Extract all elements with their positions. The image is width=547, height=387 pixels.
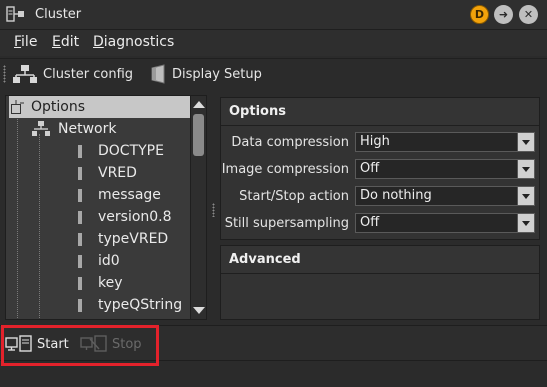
still-supersampling-select[interactable]: Off [355,213,535,233]
splitter-handle[interactable] [212,203,215,217]
menu-diagnostics[interactable]: Diagnostics [93,34,174,50]
start-button[interactable]: Start [5,333,69,355]
leaf-icon [78,232,82,246]
toolbar-grip[interactable] [3,65,6,83]
close-icon[interactable]: ✕ [519,5,538,24]
leaf-icon [78,144,82,158]
tree-label-options: Options [31,99,86,115]
tree-item-leaf[interactable]: message [78,184,161,206]
image-compression-label: Image compression [221,162,349,177]
tree-item-leaf[interactable]: key [78,272,123,294]
data-compression-label: Data compression [231,135,349,150]
leaf-icon [78,298,82,312]
chevron-down-icon[interactable] [517,214,534,232]
leaf-icon [78,254,82,268]
leaf-icon [78,210,82,224]
tree-item-leaf[interactable]: version0.8 [78,206,172,228]
advanced-panel: Advanced [220,245,540,320]
leaf-icon [78,276,82,290]
cluster-config-label: Cluster config [43,66,134,82]
scroll-down-icon[interactable] [193,307,205,314]
tree-label-network: Network [58,121,117,137]
window-title: Cluster [35,7,82,22]
cluster-config-button[interactable]: Cluster config [13,63,133,85]
tree-item-options[interactable]: Options [9,96,192,118]
cluster-app-icon [6,6,24,22]
start-stop-action-label: Start/Stop action [239,189,349,204]
menu-edit[interactable]: Edit [52,34,79,50]
chevron-down-icon[interactable] [517,133,534,151]
options-tree[interactable]: Options Network DOCTYPE VRED message ver… [5,95,207,320]
start-stop-action-select[interactable]: Do nothing [355,186,535,206]
display-setup-button[interactable]: Display Setup [150,63,262,85]
tree-guide-network [39,134,40,319]
tree-item-leaf[interactable]: DOCTYPE [78,140,164,162]
stop-button[interactable]: Stop [80,333,142,355]
chevron-down-icon[interactable] [517,160,534,178]
tree-item-leaf[interactable]: typeQString [78,294,182,316]
forward-arrow-icon[interactable]: ➜ [494,5,513,24]
tree-item-leaf[interactable]: VRED [78,162,137,184]
image-compression-select[interactable]: Off [355,159,535,179]
display-setup-label: Display Setup [172,66,262,82]
title-bar: Cluster D ➜ ✕ [0,0,547,30]
tree-item-network[interactable]: Network [32,118,116,140]
menu-bar: File Edit Diagnostics [0,30,547,56]
leaf-icon [78,166,82,180]
options-title: Options [221,98,539,126]
tree-item-leaf[interactable]: typeVRED [78,228,168,250]
still-supersampling-label: Still supersampling [224,216,349,231]
start-cluster-icon [5,335,32,352]
d-badge-button[interactable]: D [470,5,489,24]
tree-guide-root [17,112,18,319]
advanced-title[interactable]: Advanced [221,246,539,274]
network-icon [32,121,50,136]
tree-scrollbar[interactable] [190,96,206,319]
menu-file[interactable]: File [14,34,37,50]
toolbar: Cluster config Display Setup [0,58,547,88]
leaf-icon [78,188,82,202]
stop-cluster-icon [80,335,107,352]
display-panel-icon [151,64,165,84]
scroll-up-icon[interactable] [193,101,205,108]
tree-collapse-icon [11,100,24,114]
start-label: Start [37,336,69,352]
cluster-network-icon [13,65,37,83]
data-compression-select[interactable]: High [355,132,535,152]
scroll-thumb[interactable] [193,114,204,156]
tree-item-leaf[interactable]: id0 [78,250,120,272]
chevron-down-icon[interactable] [517,187,534,205]
stop-label: Stop [112,336,142,352]
options-panel: Options Data compression High Image comp… [220,97,540,240]
